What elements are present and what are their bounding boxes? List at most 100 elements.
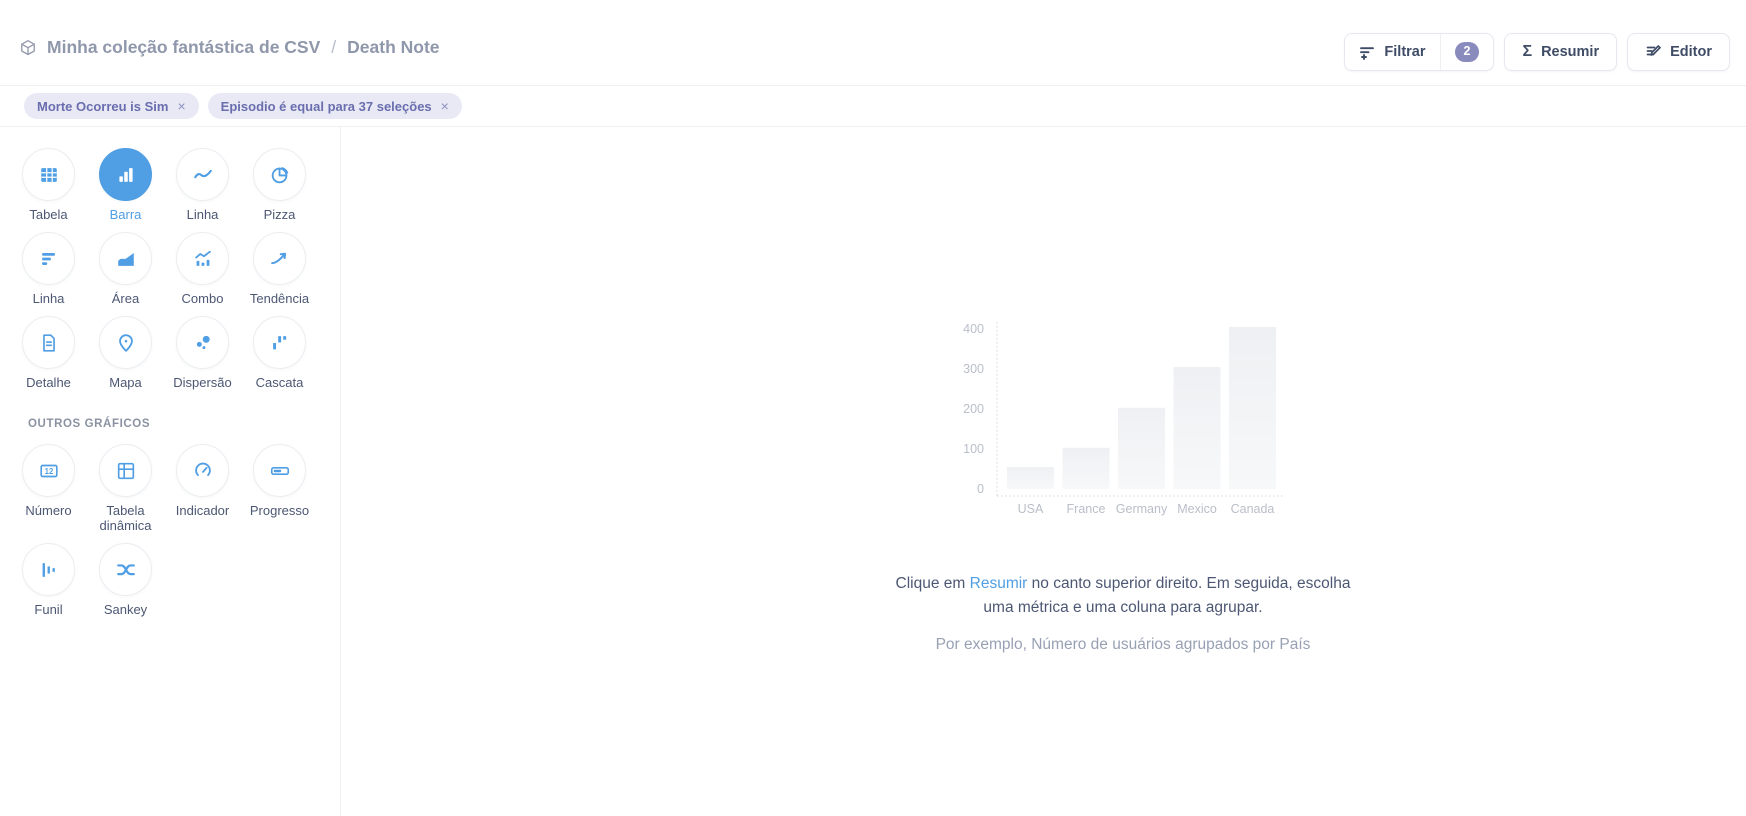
chart-type-progresso[interactable]: Progresso [241, 444, 318, 533]
chart-type-label: Número [25, 503, 71, 518]
chart-type-label: Progresso [250, 503, 309, 518]
other-chart-type-grid: 12 Número Tabela dinâmica Indicador [10, 444, 340, 617]
funnel-icon [22, 543, 75, 596]
placeholder-bar [1118, 408, 1165, 489]
row-chart-icon [22, 232, 75, 285]
chart-type-combo[interactable]: Combo [164, 232, 241, 306]
chart-type-label: Área [112, 291, 139, 306]
chart-type-linha-row[interactable]: Linha [10, 232, 87, 306]
filter-button-group: Filtrar 2 [1344, 33, 1494, 71]
chart-type-grid: Tabela Barra Linha [10, 148, 340, 390]
placeholder-bar [1007, 467, 1054, 489]
chart-type-cascata[interactable]: Cascata [241, 316, 318, 390]
detail-icon [22, 316, 75, 369]
remove-filter-icon[interactable]: × [441, 98, 449, 114]
sigma-icon: Σ [1522, 44, 1532, 60]
line-chart-icon [176, 148, 229, 201]
y-axis-tick-label: 300 [963, 362, 984, 376]
chart-type-label: Funil [34, 602, 62, 617]
trend-icon [253, 232, 306, 285]
breadcrumb-collection[interactable]: Minha coleção fantástica de CSV [47, 37, 320, 58]
chart-type-area[interactable]: Área [87, 232, 164, 306]
chart-type-dispersao[interactable]: Dispersão [164, 316, 241, 390]
instruction-text: Clique em [896, 575, 970, 592]
chart-type-label: Tabela dinâmica [87, 503, 164, 533]
y-axis-tick-label: 400 [963, 322, 984, 336]
chart-type-label: Mapa [109, 375, 142, 390]
number-icon: 12 [22, 444, 75, 497]
x-axis-tick-label: Mexico [1177, 502, 1217, 516]
breadcrumb-separator: / [329, 37, 338, 58]
chart-type-label: Pizza [264, 207, 296, 222]
table-icon [22, 148, 75, 201]
chart-type-pizza[interactable]: Pizza [241, 148, 318, 222]
chart-type-label: Dispersão [173, 375, 232, 390]
filter-button-label: Filtrar [1384, 44, 1425, 60]
x-axis-tick-label: France [1067, 502, 1106, 516]
filter-icon [1359, 44, 1375, 60]
filter-count-section[interactable]: 2 [1441, 34, 1494, 70]
chart-type-label: Sankey [104, 602, 147, 617]
chart-type-label: Barra [110, 207, 142, 222]
chart-type-tabela[interactable]: Tabela [10, 148, 87, 222]
filter-button[interactable]: Filtrar [1345, 34, 1439, 70]
chart-type-sankey[interactable]: Sankey [87, 543, 164, 617]
sankey-icon [99, 543, 152, 596]
svg-text:12: 12 [44, 466, 53, 475]
empty-state-example: Por exemplo, Número de usuários agrupado… [888, 636, 1358, 654]
visualization-sidebar: Tabela Barra Linha [0, 127, 341, 816]
filter-pill-label: Morte Ocorreu is Sim [37, 99, 168, 114]
placeholder-bar [1174, 367, 1221, 489]
filter-pill-label: Episodio é equal para 37 seleções [221, 99, 432, 114]
chart-type-label: Tabela [29, 207, 67, 222]
summarize-button[interactable]: Σ Resumir [1504, 33, 1617, 71]
filter-pill-episodio[interactable]: Episodio é equal para 37 seleções × [208, 93, 462, 119]
y-axis-tick-label: 100 [963, 442, 984, 456]
filter-count-badge: 2 [1455, 42, 1480, 62]
breadcrumb: Minha coleção fantástica de CSV / Death … [18, 37, 440, 58]
y-axis-tick-label: 200 [963, 402, 984, 416]
question-header: Minha coleção fantástica de CSV / Death … [0, 0, 1746, 86]
chart-type-indicador[interactable]: Indicador [164, 444, 241, 533]
x-axis-tick-label: Germany [1116, 502, 1168, 516]
empty-state-instructions: Clique em Resumir no canto superior dire… [888, 572, 1358, 620]
chart-type-label: Linha [187, 207, 219, 222]
chart-type-label: Detalhe [26, 375, 71, 390]
chart-type-label: Tendência [250, 291, 309, 306]
y-axis-tick-label: 0 [977, 482, 984, 496]
chart-type-linha[interactable]: Linha [164, 148, 241, 222]
summarize-button-label: Resumir [1541, 44, 1599, 60]
collection-cube-icon [18, 38, 38, 58]
chart-type-numero[interactable]: 12 Número [10, 444, 87, 533]
editor-button-label: Editor [1670, 44, 1712, 60]
chart-type-tendencia[interactable]: Tendência [241, 232, 318, 306]
chart-type-detalhe[interactable]: Detalhe [10, 316, 87, 390]
x-axis-tick-label: USA [1018, 502, 1044, 516]
pie-chart-icon [253, 148, 306, 201]
instruction-text: no canto superior direito. Em seguida, e… [983, 575, 1350, 616]
waterfall-icon [253, 316, 306, 369]
editor-button[interactable]: Editor [1627, 33, 1730, 71]
map-pin-icon [99, 316, 152, 369]
placeholder-bar [1229, 327, 1276, 489]
chart-type-label: Cascata [256, 375, 304, 390]
filter-pill-morte-ocorreu[interactable]: Morte Ocorreu is Sim × [24, 93, 199, 119]
filter-pills-row: Morte Ocorreu is Sim × Episodio é equal … [0, 86, 1746, 127]
other-charts-section-title: OUTROS GRÁFICOS [28, 418, 340, 430]
notebook-editor-icon [1645, 44, 1661, 60]
chart-type-label: Linha [33, 291, 65, 306]
remove-filter-icon[interactable]: × [177, 98, 185, 114]
summarize-link[interactable]: Resumir [970, 575, 1028, 592]
combo-chart-icon [176, 232, 229, 285]
x-axis-tick-label: Canada [1231, 502, 1275, 516]
chart-type-label: Indicador [176, 503, 229, 518]
chart-type-funil[interactable]: Funil [10, 543, 87, 617]
chart-type-mapa[interactable]: Mapa [87, 316, 164, 390]
chart-type-label: Combo [182, 291, 224, 306]
chart-type-tabela-dinamica[interactable]: Tabela dinâmica [87, 444, 164, 533]
chart-type-barra[interactable]: Barra [87, 148, 164, 222]
gauge-icon [176, 444, 229, 497]
breadcrumb-question-title[interactable]: Death Note [347, 37, 439, 58]
area-chart-icon [99, 232, 152, 285]
placeholder-bar-chart: 0 100 200 300 400 USA France Germany Mexico Canad… [940, 310, 1300, 525]
